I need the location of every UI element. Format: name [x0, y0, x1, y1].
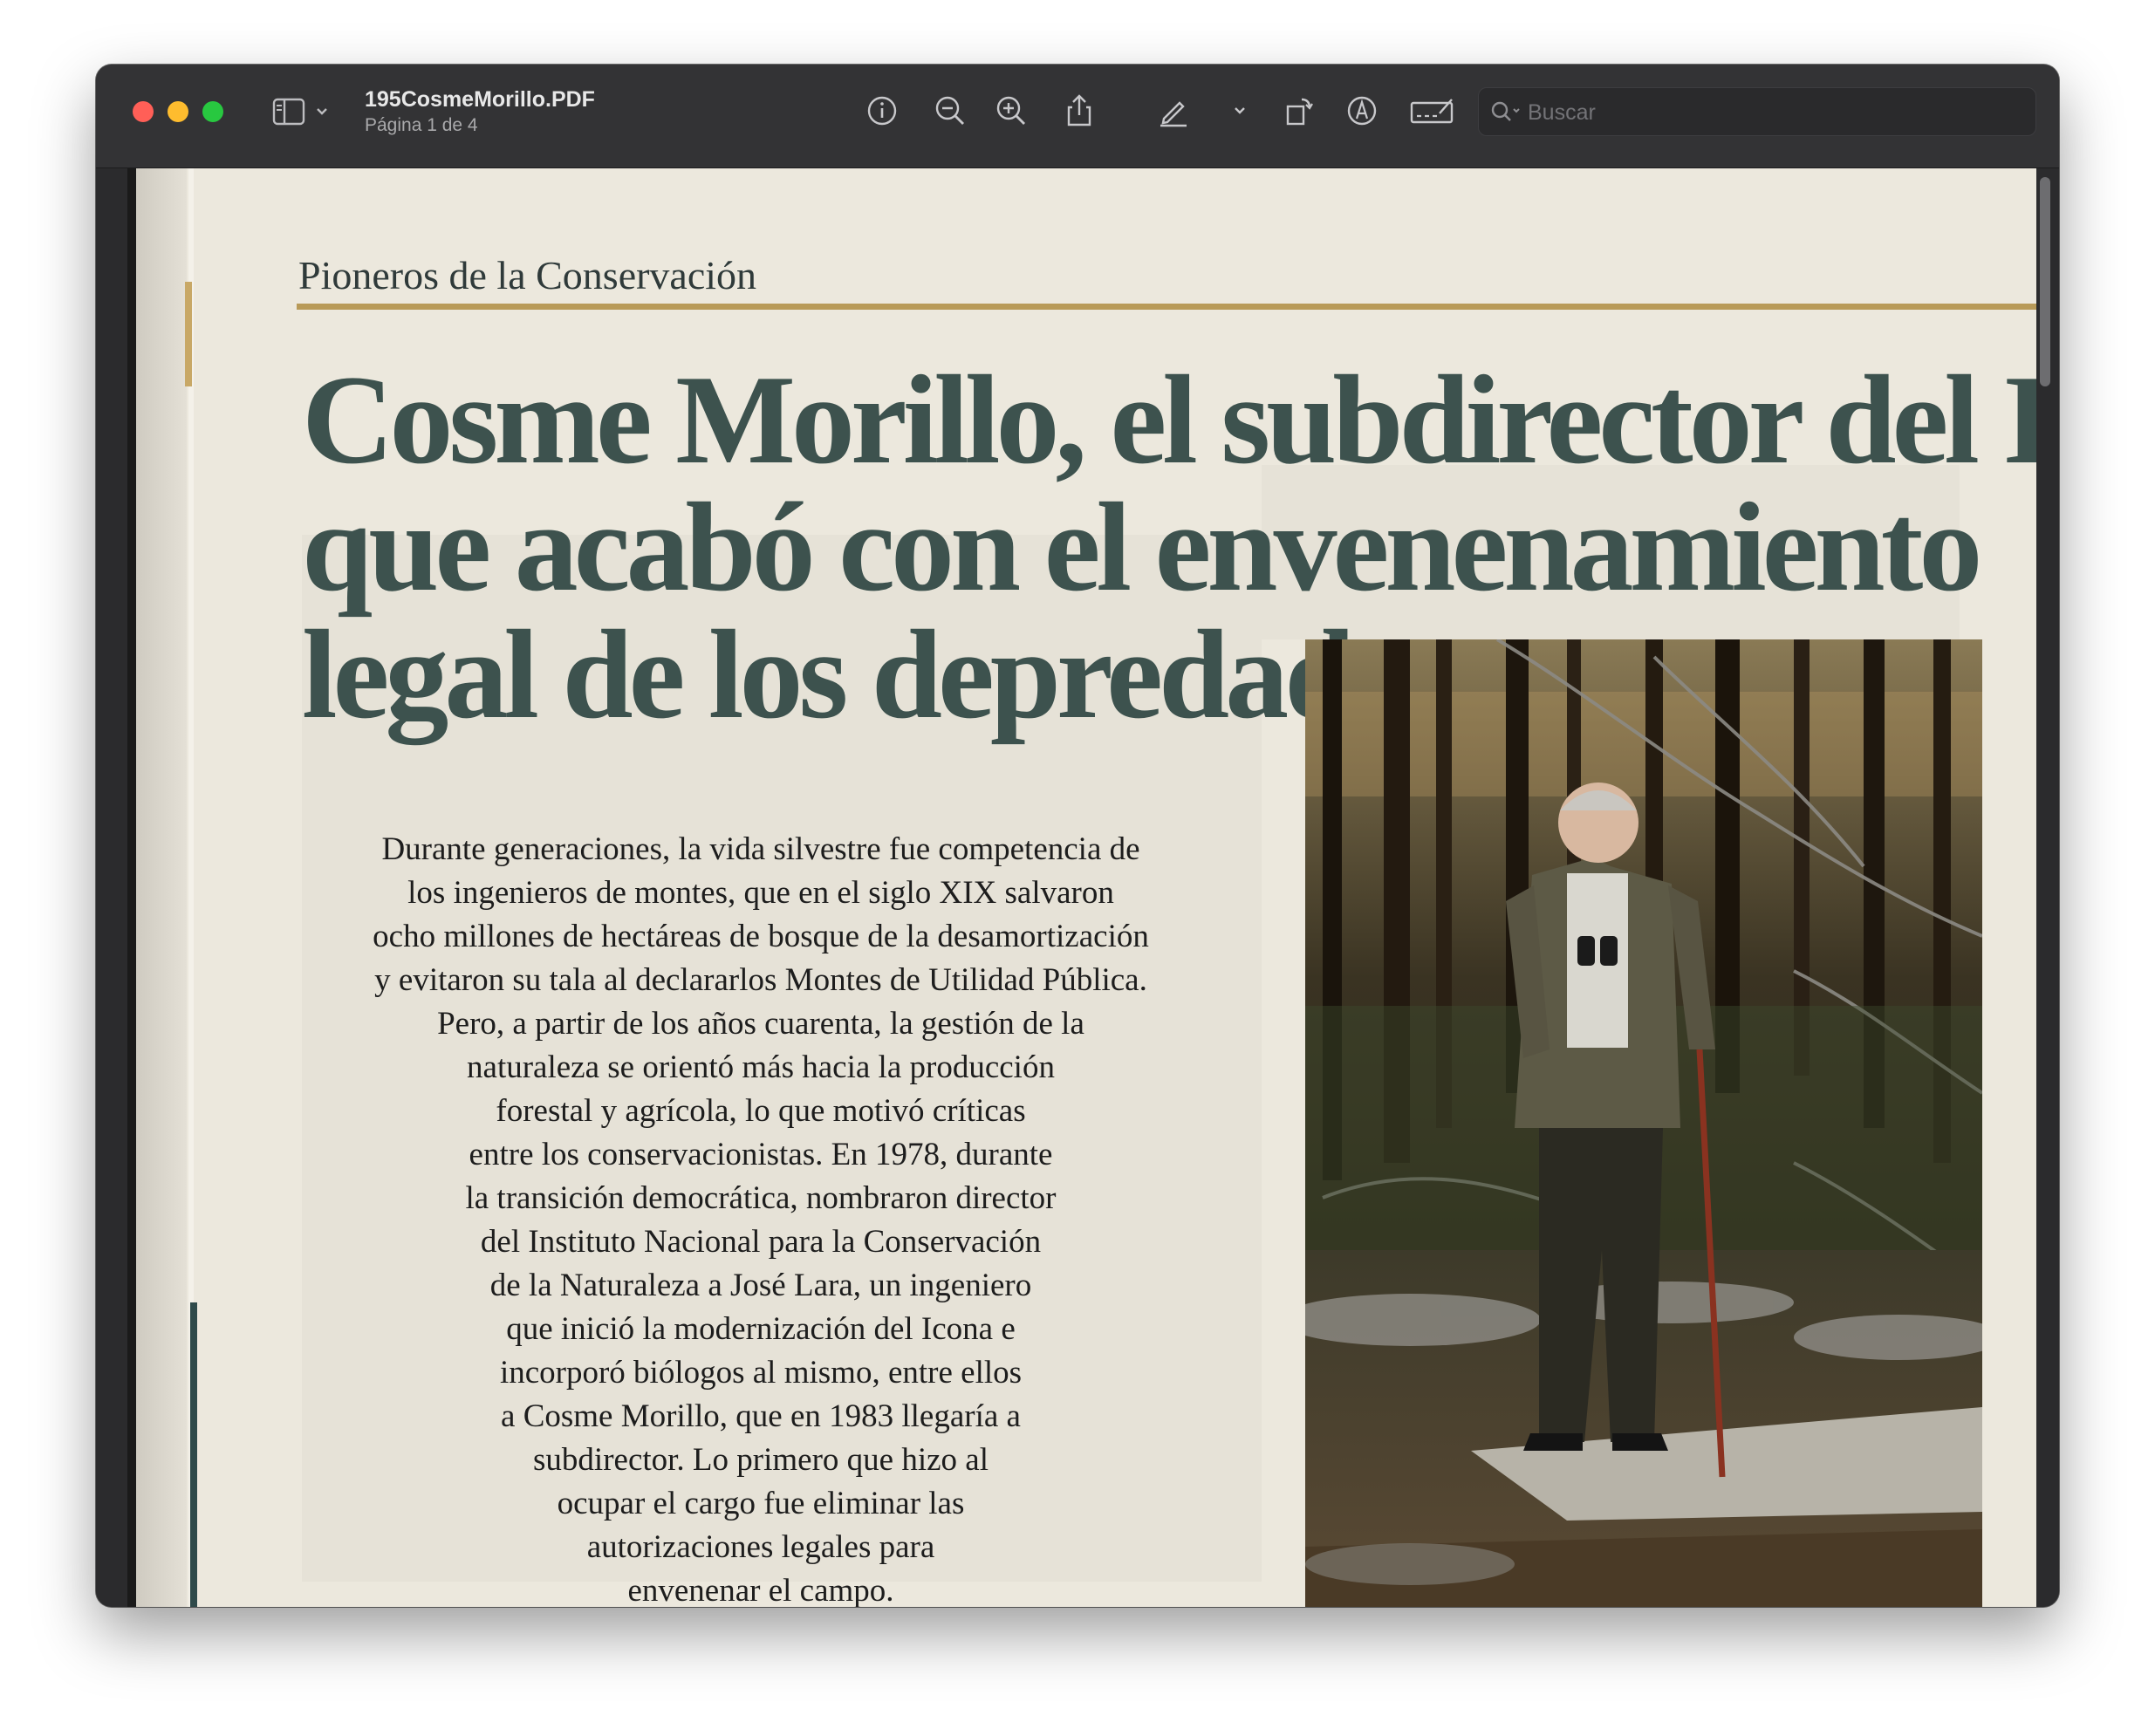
share-icon — [1067, 94, 1091, 126]
search-input[interactable] — [1526, 95, 2018, 130]
section-rule — [297, 304, 2036, 310]
search-field[interactable] — [1478, 87, 2036, 136]
lede-line: Durante generaciones, la vida silvestre … — [381, 831, 1140, 867]
document-view[interactable]: Pioneros de la Conservación Cosme Morill… — [96, 168, 2059, 1607]
info-button[interactable] — [862, 91, 902, 131]
zoom-in-button[interactable] — [991, 91, 1031, 131]
annotate-button[interactable] — [1342, 91, 1382, 131]
zoom-in-icon — [996, 96, 1025, 125]
lede-line: los ingenieros de montes, que en el sigl… — [407, 875, 1114, 911]
preview-window: 195CosmeMorillo.PDF Página 1 de 4 Buscar… — [96, 65, 2059, 1607]
man-in-forest-photo — [1305, 639, 1982, 1607]
lede-line: forestal y agrícola, lo que motivó críti… — [496, 1093, 1026, 1129]
zoom-out-button[interactable] — [930, 91, 970, 131]
lede-line: la transición democrática, nombraron dir… — [465, 1180, 1057, 1216]
markup-options-button[interactable] — [1220, 91, 1260, 131]
chevron-down-icon — [1235, 107, 1245, 114]
lede-line: ocupar el cargo fue eliminar las — [557, 1486, 965, 1521]
lede-line: que inició la modernización del Icona e — [506, 1311, 1016, 1347]
lede-line: incorporó biólogos al mismo, entre ellos — [499, 1355, 1023, 1391]
share-button[interactable] — [1059, 91, 1099, 131]
lede-line: y evitaron su tala al declararlos Montes… — [374, 962, 1147, 998]
zoom-window-button[interactable] — [202, 101, 223, 122]
lede-line: entre los conservacionistas. En 1978, du… — [469, 1137, 1053, 1172]
section-title: Pioneros de la Conservación — [298, 253, 757, 297]
close-window-button[interactable] — [133, 101, 154, 122]
headline-line: que acabó con el envenenamiento — [302, 476, 1982, 618]
lede-line: Pero, a partir de los años cuarenta, la … — [437, 1006, 1084, 1042]
lede-line: subdirector. Lo primero que hizo al — [533, 1442, 989, 1478]
markup-pen-icon — [1160, 101, 1187, 127]
article-lede: Durante generaciones, la vida silvestre … — [325, 828, 1197, 1607]
info-icon — [867, 96, 897, 126]
rotate-icon — [1286, 98, 1313, 126]
sidebar-toggle-button[interactable] — [270, 96, 333, 127]
lede-line: ocho millones de hectáreas de bosque de … — [373, 919, 1149, 954]
zoom-out-icon — [935, 96, 964, 125]
document-title: 195CosmeMorillo.PDF — [365, 87, 595, 112]
lede-line: autorizaciones legales para — [586, 1529, 935, 1565]
headline-line: Cosme Morillo, el subdirector del Icona — [302, 349, 2036, 490]
lede-line: envenenar el campo. — [627, 1573, 894, 1607]
minimize-window-button[interactable] — [168, 101, 188, 122]
vertical-scrollbar[interactable] — [2040, 177, 2050, 386]
lede-line: de la Naturaleza a José Lara, un ingenie… — [489, 1268, 1032, 1303]
pdf-page: Pioneros de la Conservación Cosme Morill… — [127, 168, 2036, 1607]
sidebar-icon — [272, 98, 305, 126]
page-indicator: Página 1 de 4 — [365, 115, 478, 135]
markup-circle-icon — [1347, 96, 1377, 126]
chevron-down-icon — [317, 108, 327, 115]
search-icon — [1491, 101, 1520, 121]
signature-icon — [1410, 99, 1454, 124]
lede-line: naturaleza se orientó más hacia la produ… — [467, 1049, 1055, 1085]
signature-button[interactable] — [1408, 91, 1457, 131]
lede-line: del Instituto Nacional para la Conservac… — [480, 1224, 1042, 1260]
lede-line: a Cosme Morillo, que en 1983 llegaría a — [501, 1398, 1021, 1434]
rotate-button[interactable] — [1279, 91, 1319, 131]
toolbar: 195CosmeMorillo.PDF Página 1 de 4 — [96, 65, 2059, 168]
markup-button[interactable] — [1153, 91, 1194, 131]
